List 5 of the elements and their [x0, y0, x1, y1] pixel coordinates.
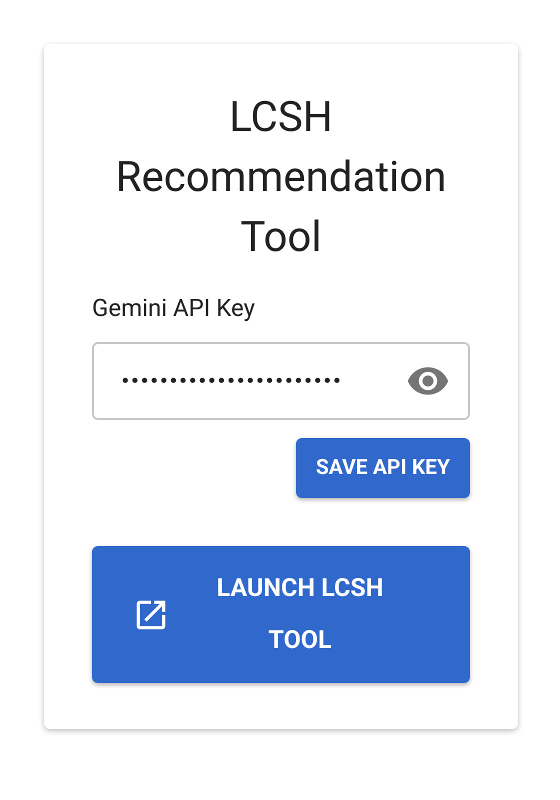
api-key-field[interactable]: •••••••••••••••••••••••: [92, 342, 470, 420]
page-title: LCSH Recommendation Tool: [114, 92, 448, 264]
launch-tool-button[interactable]: LAUNCH LCSH TOOL: [92, 546, 470, 683]
save-api-key-button[interactable]: SAVE API KEY: [296, 438, 470, 498]
field-label: Gemini API Key: [92, 294, 256, 322]
